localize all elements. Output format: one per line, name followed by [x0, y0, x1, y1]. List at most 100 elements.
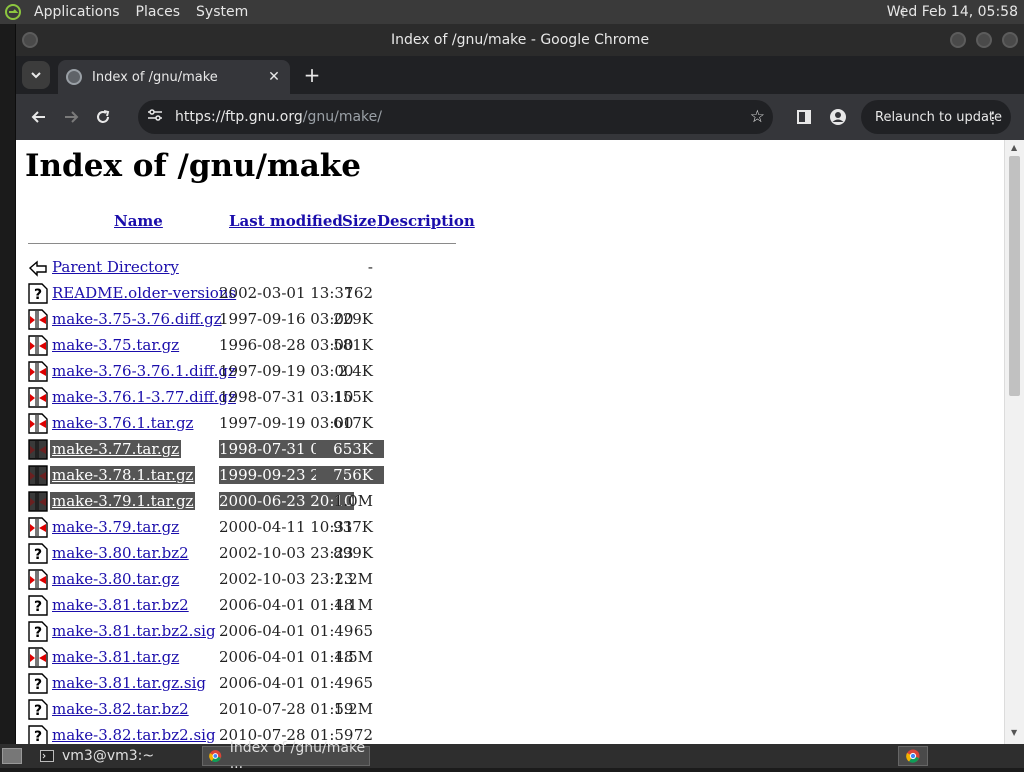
unknown-file-icon[interactable]: ?: [28, 595, 48, 616]
file-size: 1.5M: [333, 648, 373, 666]
file-link[interactable]: make-3.76.1-3.77.diff.gz: [52, 388, 236, 406]
window-menu-button[interactable]: [22, 32, 38, 48]
svg-text:?: ?: [34, 599, 42, 615]
file-link[interactable]: make-3.81.tar.gz.sig: [52, 674, 206, 692]
tray-chrome-icon[interactable]: [898, 746, 928, 766]
bookmark-star-icon[interactable]: ☆: [750, 107, 765, 127]
table-row: make-3.75-3.76.diff.gz 1997-09-16 03:00 22…: [16, 306, 1004, 332]
compressed-file-icon[interactable]: [28, 647, 48, 668]
column-header-size[interactable]: Size: [342, 212, 377, 230]
column-header-last-modified[interactable]: Last modified: [229, 212, 343, 230]
system-menu[interactable]: System: [188, 0, 256, 24]
compressed-file-icon[interactable]: [28, 309, 48, 330]
compressed-file-icon[interactable]: [28, 517, 48, 538]
address-bar[interactable]: https://ftp.gnu.org/gnu/make/ ☆: [138, 100, 773, 134]
table-row: make-3.81.tar.gz 2006-04-01 01:48 1.5M: [16, 644, 1004, 670]
file-link[interactable]: Parent Directory: [52, 258, 179, 276]
chrome-icon: [209, 750, 222, 763]
compressed-file-icon[interactable]: [28, 439, 48, 460]
compressed-file-icon[interactable]: [28, 387, 48, 408]
kebab-menu-icon[interactable]: ⋮: [985, 108, 1001, 127]
taskbar-item-terminal[interactable]: vm3@vm3:~: [34, 746, 194, 766]
table-row: ? make-3.80.tar.bz2 2002-10-03 23:23 899K: [16, 540, 1004, 566]
table-row: ? README.older-versions 2002-03-01 13:37 16…: [16, 280, 1004, 306]
maximize-button[interactable]: [976, 32, 992, 48]
tab-search-button[interactable]: [22, 61, 50, 89]
file-size: 65: [353, 674, 373, 692]
file-link[interactable]: make-3.76.1.tar.gz: [52, 414, 193, 432]
taskbar-item-label: vm3@vm3:~: [62, 748, 155, 764]
profile-avatar-icon: [830, 109, 846, 125]
compressed-file-icon[interactable]: [28, 465, 48, 486]
side-panel-button[interactable]: [788, 101, 820, 133]
file-link[interactable]: make-3.79.1.tar.gz: [50, 492, 196, 510]
reload-button[interactable]: [87, 101, 119, 133]
file-link[interactable]: make-3.80.tar.gz: [52, 570, 179, 588]
minimize-button[interactable]: [950, 32, 966, 48]
window-titlebar[interactable]: Index of /gnu/make - Google Chrome: [16, 24, 1024, 56]
show-desktop-icon[interactable]: [2, 748, 22, 764]
file-link[interactable]: make-3.80.tar.bz2: [52, 544, 189, 562]
applications-menu[interactable]: Applications: [26, 0, 128, 24]
new-tab-button[interactable]: +: [299, 62, 325, 88]
file-size: 581K: [333, 336, 373, 354]
relaunch-to-update-button[interactable]: Relaunch to update ⋮: [861, 100, 1011, 134]
clock[interactable]: Wed Feb 14, 05:58: [887, 0, 1018, 24]
file-link[interactable]: make-3.81.tar.bz2: [52, 596, 189, 614]
svg-text:?: ?: [34, 625, 42, 641]
column-header-name[interactable]: Name: [114, 212, 163, 230]
places-menu[interactable]: Places: [128, 0, 189, 24]
file-size: 162: [344, 284, 373, 302]
table-row: make-3.75.tar.gz 1996-08-28 03:00 581K: [16, 332, 1004, 358]
back-button[interactable]: [23, 101, 55, 133]
file-link[interactable]: make-3.75-3.76.diff.gz: [52, 310, 222, 328]
desktop-top-panel: Applications Places System Wed Feb 14, 0…: [0, 0, 1024, 24]
site-info-icon[interactable]: [147, 108, 167, 126]
tab-gnu-make[interactable]: Index of /gnu/make ✕: [58, 60, 290, 94]
file-link[interactable]: README.older-versions: [52, 284, 236, 302]
table-row: make-3.78.1.tar.gz 1999-09-23 20:33 756K: [16, 462, 1004, 488]
file-link[interactable]: make-3.82.tar.bz2.sig: [52, 726, 216, 744]
unknown-file-icon[interactable]: ?: [28, 673, 48, 694]
file-link[interactable]: make-3.76-3.76.1.diff.gz: [52, 362, 236, 380]
file-link[interactable]: make-3.77.tar.gz: [50, 440, 182, 458]
page-viewport: Index of /gnu/make Name Last modified Si…: [16, 140, 1004, 744]
globe-favicon-icon: [66, 69, 82, 85]
compressed-file-icon[interactable]: [28, 413, 48, 434]
unknown-file-icon[interactable]: ?: [28, 725, 48, 744]
forward-button[interactable]: [55, 101, 87, 133]
scroll-up-icon[interactable]: ▲: [1011, 143, 1017, 152]
chevron-down-icon: [31, 72, 41, 79]
file-size: 653K: [316, 440, 384, 458]
table-row: ? make-3.82.tar.bz2 2010-07-28 01:59 1.2M: [16, 696, 1004, 722]
close-tab-icon[interactable]: ✕: [264, 69, 284, 85]
unknown-file-icon[interactable]: ?: [28, 699, 48, 720]
file-link[interactable]: make-3.81.tar.bz2.sig: [52, 622, 216, 640]
file-link[interactable]: make-3.79.tar.gz: [52, 518, 179, 536]
browser-window: Index of /gnu/make - Google Chrome Index…: [15, 24, 1024, 744]
close-window-button[interactable]: [1002, 32, 1018, 48]
page-scrollbar[interactable]: ▲ ▼: [1004, 140, 1024, 744]
file-size: 1.2M: [333, 700, 373, 718]
distro-logo-icon[interactable]: [0, 0, 26, 24]
browser-toolbar: https://ftp.gnu.org/gnu/make/ ☆ Relaunch…: [16, 94, 1024, 140]
compressed-file-icon[interactable]: [28, 491, 48, 512]
scrollbar-thumb[interactable]: [1009, 156, 1020, 396]
file-link[interactable]: make-3.75.tar.gz: [52, 336, 179, 354]
file-link[interactable]: make-3.78.1.tar.gz: [50, 466, 196, 484]
column-header-description[interactable]: Description: [377, 212, 475, 230]
profile-button[interactable]: [822, 101, 854, 133]
compressed-file-icon[interactable]: [28, 361, 48, 382]
unknown-file-icon[interactable]: ?: [28, 543, 48, 564]
file-link[interactable]: make-3.82.tar.bz2: [52, 700, 189, 718]
unknown-file-icon[interactable]: ?: [28, 621, 48, 642]
table-row: Parent Directory -: [16, 254, 1004, 280]
scroll-down-icon[interactable]: ▼: [1011, 728, 1017, 737]
unknown-file-icon[interactable]: ?: [28, 283, 48, 304]
compressed-file-icon[interactable]: [28, 335, 48, 356]
taskbar-item-chrome[interactable]: Index of /gnu/make ...: [202, 740, 370, 772]
back-icon[interactable]: [28, 257, 48, 278]
compressed-file-icon[interactable]: [28, 569, 48, 590]
file-link[interactable]: make-3.81.tar.gz: [52, 648, 179, 666]
file-size: 756K: [316, 466, 384, 484]
